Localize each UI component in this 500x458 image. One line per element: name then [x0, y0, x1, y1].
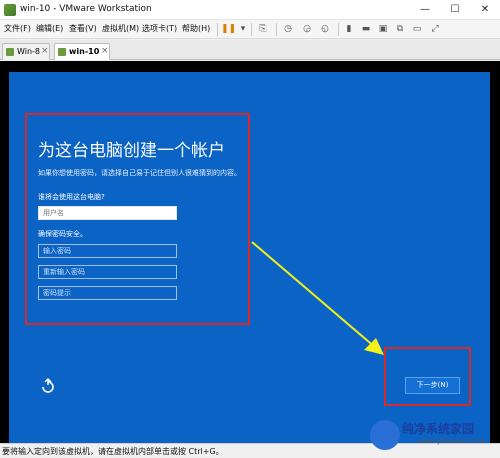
thumbnail-view-icon[interactable]: ▬: [359, 22, 373, 36]
menu-vm[interactable]: 虚拟机(M): [102, 23, 139, 34]
close-button[interactable]: ✕: [470, 0, 500, 20]
menu-view[interactable]: 查看(V): [69, 23, 97, 34]
vmware-app-icon: [4, 4, 16, 16]
tab-label: Win-8: [17, 47, 41, 56]
menu-file[interactable]: 文件(F): [4, 23, 31, 34]
ease-of-access-icon[interactable]: [40, 378, 56, 394]
menu-tabs[interactable]: 选项卡(T): [142, 23, 177, 34]
watermark-logo: [370, 420, 400, 450]
toolbar-separator: [251, 23, 252, 36]
menu-edit[interactable]: 编辑(E): [36, 23, 63, 34]
menu-help[interactable]: 帮助(H): [182, 23, 210, 34]
snapshot-icon[interactable]: ◷: [281, 22, 295, 36]
annotation-arrow-icon: [251, 241, 384, 355]
tab-label: win-10: [69, 47, 100, 56]
close-tab-icon[interactable]: ×: [101, 46, 109, 56]
window-title: win-10 - VMware Workstation: [20, 4, 152, 14]
maximize-button[interactable]: ☐: [440, 0, 470, 20]
status-bar: 要将输入定向到该虚拟机，请在虚拟机内部单击或按 Ctrl+G。: [0, 443, 500, 458]
next-button[interactable]: 下一步(N): [405, 377, 460, 394]
fullscreen-icon[interactable]: ▣: [376, 22, 390, 36]
tab-win-8[interactable]: Win-8 ×: [2, 43, 50, 60]
dropdown-chevron-icon[interactable]: ▾: [236, 22, 250, 36]
pause-icon[interactable]: ❚❚: [221, 22, 236, 36]
title-bar: win-10 - VMware Workstation — ☐ ✕: [0, 0, 500, 20]
revert-snapshot-icon[interactable]: ◶: [300, 22, 314, 36]
highlight-box-form: [25, 113, 250, 325]
minimize-button[interactable]: —: [410, 0, 440, 20]
stretch-view-icon[interactable]: ⤢: [428, 22, 442, 36]
close-tab-icon[interactable]: ×: [41, 46, 49, 56]
toolbar-separator: [276, 23, 277, 36]
toolbar-separator: [338, 23, 339, 36]
unity-icon[interactable]: ⧉: [393, 22, 407, 36]
toolbar-separator: [217, 23, 218, 36]
vm-icon: [6, 48, 14, 56]
snapshot-manager-icon[interactable]: ◵: [318, 22, 332, 36]
send-ctrl-alt-del-icon[interactable]: ⎘: [256, 22, 270, 36]
watermark-title: 纯净系统家园: [402, 422, 475, 436]
status-text: 要将输入定向到该虚拟机，请在虚拟机内部单击或按 Ctrl+G。: [2, 447, 224, 456]
vm-tab-bar: Win-8 × win-10 ×: [0, 40, 500, 60]
menu-bar: 文件(F) 编辑(E) 查看(V) 虚拟机(M) 选项卡(T) 帮助(H) ❚❚…: [0, 20, 500, 39]
tab-win-10[interactable]: win-10 ×: [54, 43, 110, 60]
library-view-icon[interactable]: ▮: [342, 22, 356, 36]
vm-icon: [58, 48, 66, 56]
watermark-url: www.yidaimei.com: [418, 437, 484, 445]
console-view-icon[interactable]: ▭: [410, 22, 424, 36]
